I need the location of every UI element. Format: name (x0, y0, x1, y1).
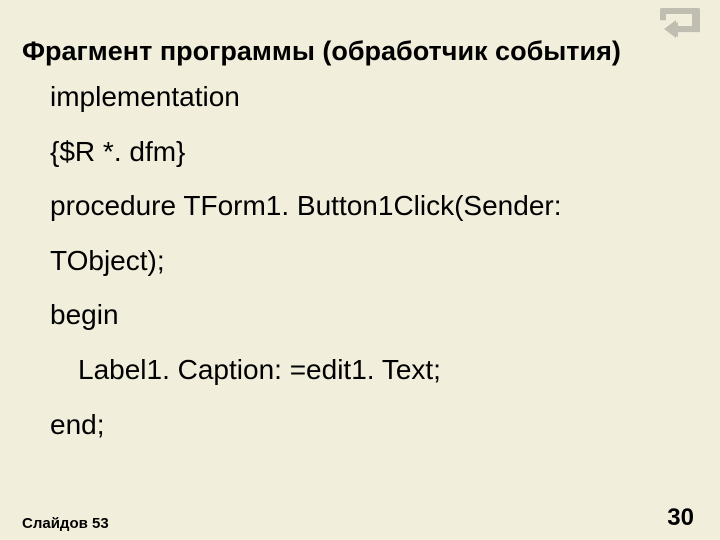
page-number: 30 (667, 504, 694, 532)
code-line: procedure TForm1. Button1Click(Sender: (50, 179, 680, 234)
code-line: Label1. Caption: =edit1. Text; (50, 343, 680, 398)
slides-count-label: Слайдов 53 (22, 515, 109, 532)
code-line: end; (50, 398, 680, 453)
code-line: begin (50, 288, 680, 343)
code-block: implementation {$R *. dfm} procedure TFo… (50, 70, 680, 452)
slide-title: Фрагмент программы (обработчик события) (22, 36, 698, 67)
code-line: implementation (50, 70, 680, 125)
code-line: {$R *. dfm} (50, 125, 680, 180)
code-line: TObject); (50, 234, 680, 289)
return-icon (658, 8, 702, 38)
